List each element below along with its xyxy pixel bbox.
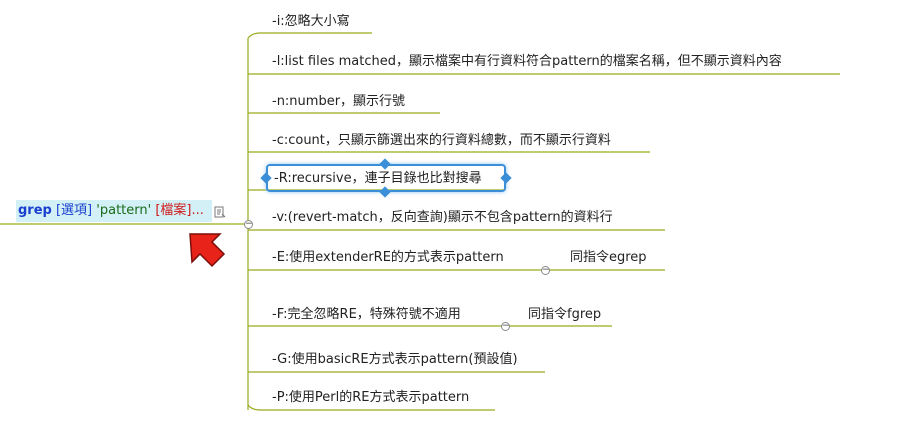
root-options: [選項] (55, 203, 93, 218)
option-F-sub[interactable]: 同指令fgrep (528, 305, 601, 325)
root-command: grep (18, 203, 52, 218)
option-n[interactable]: -n:number，顯示行號 (272, 92, 405, 112)
note-icon[interactable] (214, 206, 227, 219)
option-E[interactable]: -E:使用extenderRE的方式表示pattern (272, 248, 504, 268)
option-l[interactable]: -l:list files matched，顯示檔案中有行資料符合pattern… (272, 52, 782, 72)
option-E-sub[interactable]: 同指令egrep (570, 248, 647, 268)
option-R[interactable]: -R:recursive，連子目錄也比對搜尋 (274, 169, 482, 189)
option-P[interactable]: -P:使用Perl的RE方式表示pattern (272, 388, 469, 408)
option-F[interactable]: -F:完全忽略RE，特殊符號不適用 (272, 305, 461, 325)
option-v[interactable]: -v:(revert-match，反向查詢)顯示不包含pattern的資料行 (272, 208, 613, 228)
option-G[interactable]: -G:使用basicRE方式表示pattern(預設值) (272, 350, 518, 370)
option-i[interactable]: -i:忽略大小寫 (272, 12, 350, 32)
root-pattern: 'pattern' (96, 203, 152, 218)
root-topic[interactable]: grep [選項] 'pattern' [檔案]... (16, 200, 212, 222)
root-files: [檔案]... (155, 203, 204, 218)
trunk-collapse-toggle[interactable]: − (244, 220, 253, 229)
option-c[interactable]: -c:count，只顯示篩選出來的行資料總數，而不顯示行資料 (272, 131, 611, 151)
option-F-collapse-toggle[interactable]: − (501, 322, 510, 331)
pointer-arrow-icon (189, 233, 226, 268)
option-E-collapse-toggle[interactable]: − (541, 266, 550, 275)
